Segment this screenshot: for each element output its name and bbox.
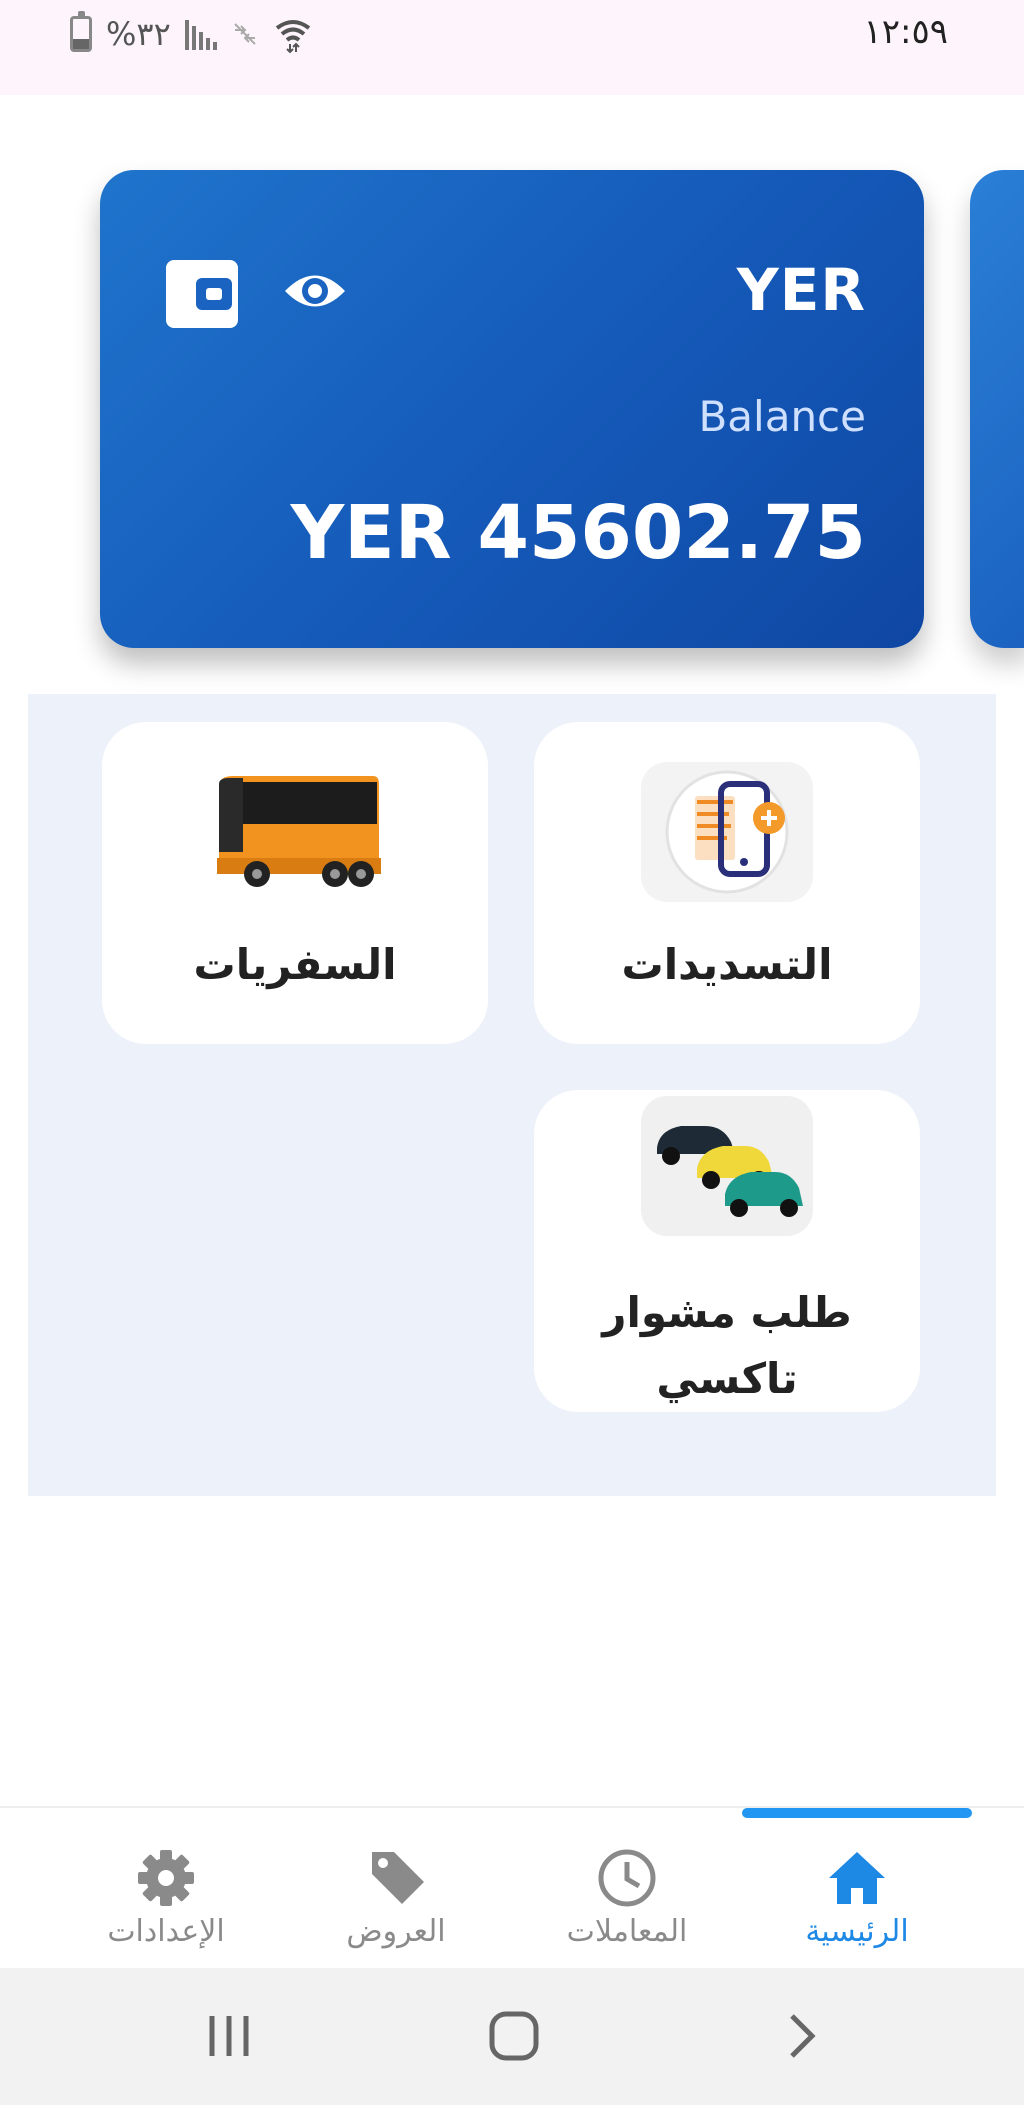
wallet-icon[interactable]: [166, 260, 238, 332]
nav-item-offers[interactable]: العروض: [296, 1848, 496, 1949]
nav-label-home: الرئيسية: [805, 1914, 909, 1949]
balance-card[interactable]: YER Balance YER 45602.75: [100, 170, 924, 648]
active-tab-indicator: [742, 1808, 972, 1818]
status-icons: %٣٢: [70, 11, 313, 54]
bus-icon: [209, 762, 381, 902]
signal-icon: [184, 18, 217, 50]
taxi-cars-icon: [641, 1096, 813, 1236]
gear-icon: [138, 1850, 194, 1906]
service-tile-bill-payments[interactable]: التسديدات: [534, 722, 920, 1044]
data-off-icon: [234, 23, 256, 45]
system-nav-bar: [0, 1968, 1024, 2105]
service-tile-taxi-request[interactable]: طلب مشوار تاكسي: [534, 1090, 920, 1412]
clock-icon: [598, 1849, 656, 1907]
recent-apps-icon[interactable]: [204, 2008, 254, 2064]
tag-icon: [372, 1852, 424, 1904]
battery-icon: [70, 11, 92, 52]
nav-item-transactions[interactable]: المعاملات: [527, 1848, 727, 1949]
balance-amount: YER 45602.75: [290, 490, 866, 576]
app-screen: %٣٢ ١٢:٥٩ YER Balance YER 45602.75 التسد…: [0, 0, 1024, 2105]
clock-time: ١٢:٥٩: [863, 12, 948, 52]
balance-label: Balance: [698, 392, 866, 441]
home-icon: [829, 1852, 885, 1904]
service-tile-travel[interactable]: السفريات: [102, 722, 488, 1044]
nav-label-offers: العروض: [346, 1914, 446, 1949]
next-card-peek[interactable]: [970, 170, 1024, 648]
services-grid: التسديدات السفريات طلب مشوار تاكسي: [28, 694, 996, 1496]
service-label: التسديدات: [621, 940, 833, 989]
nav-label-settings: الإعدادات: [107, 1914, 225, 1949]
home-circle-icon[interactable]: [486, 2008, 542, 2064]
currency-code: YER: [736, 256, 866, 324]
bill-payment-icon: [641, 762, 813, 902]
eye-icon[interactable]: [282, 268, 348, 318]
nav-item-settings[interactable]: الإعدادات: [66, 1848, 266, 1949]
back-chevron-icon[interactable]: [780, 2008, 820, 2064]
bottom-nav: الرئيسية المعاملات العروض الإعدادات: [0, 1806, 1024, 1968]
service-label: طلب مشوار تاكسي: [602, 1288, 852, 1403]
nav-label-transactions: المعاملات: [566, 1914, 688, 1949]
service-label: السفريات: [193, 940, 397, 989]
status-bar: %٣٢ ١٢:٥٩: [0, 0, 1024, 95]
nav-item-home[interactable]: الرئيسية: [757, 1848, 957, 1949]
wifi-icon: [275, 20, 310, 54]
battery-percent: %٣٢: [106, 15, 171, 53]
